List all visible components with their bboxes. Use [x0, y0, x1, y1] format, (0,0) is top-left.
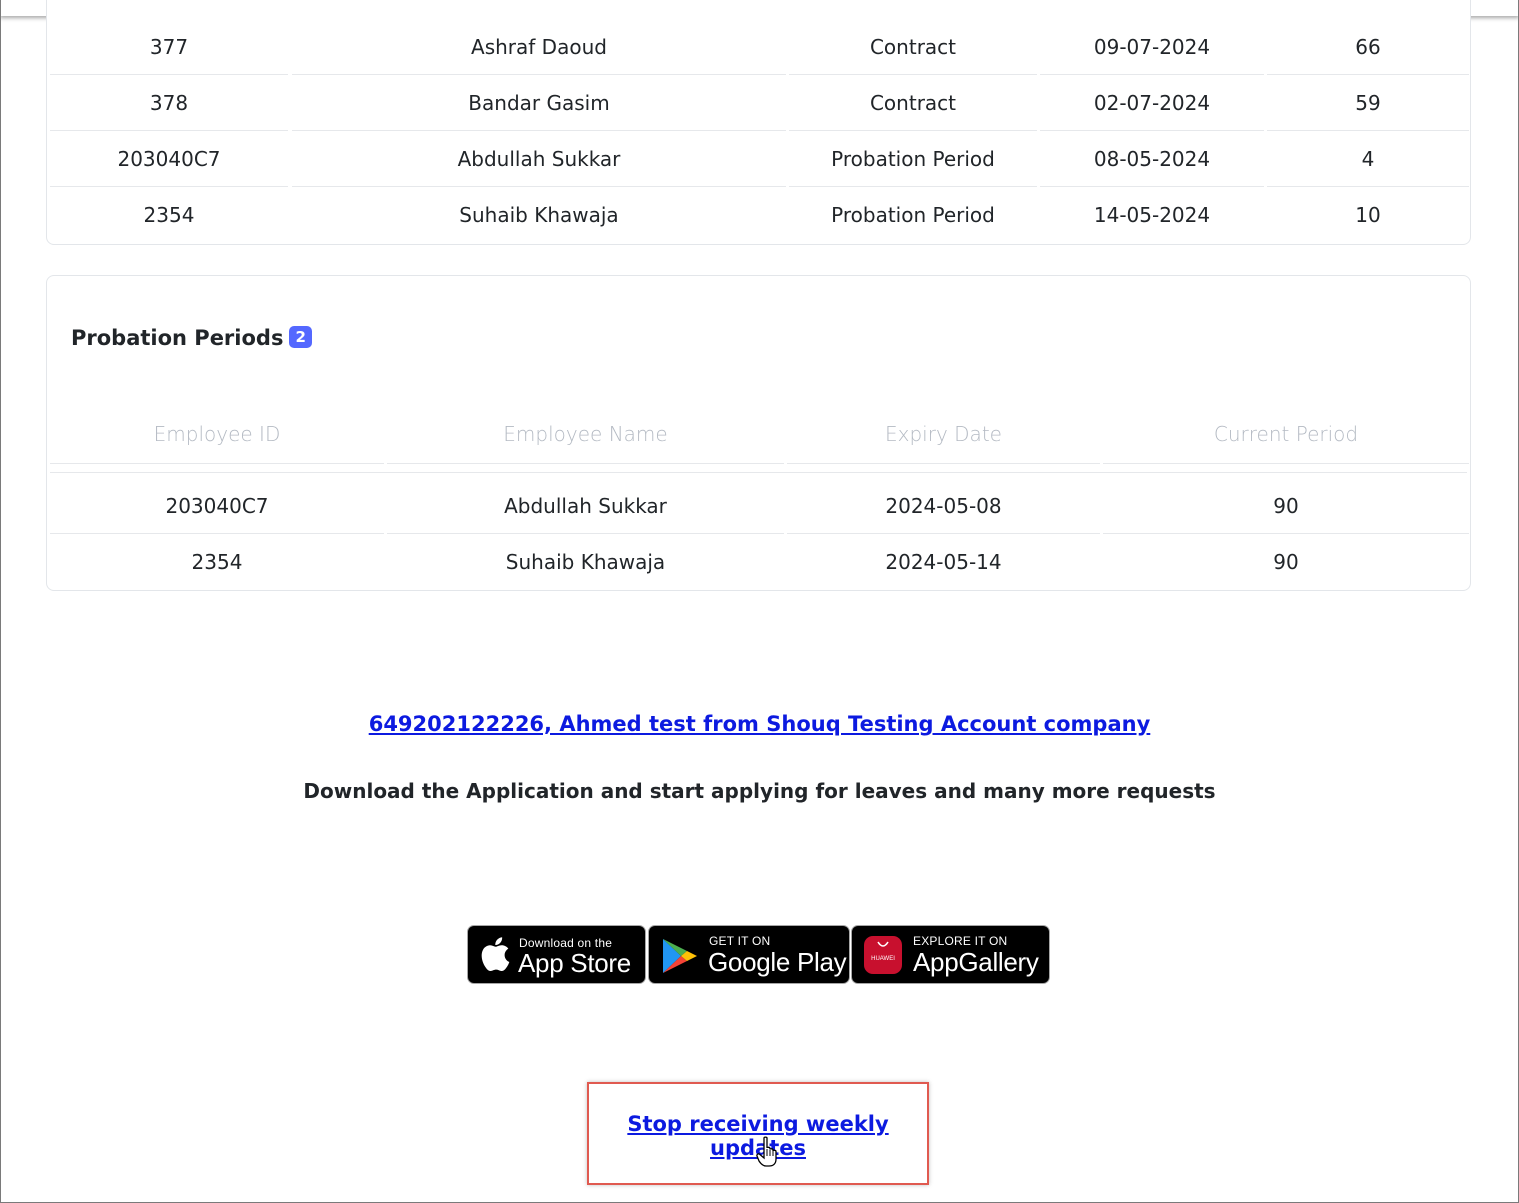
probation-periods-title: Probation Periods 2: [71, 326, 312, 350]
table-row: 377 Ashraf Daoud Contract 09-07-2024 66: [50, 20, 1469, 75]
unsubscribe-highlight: Stop receiving weekly updates: [587, 1082, 929, 1185]
google-play-big-text: Google Play: [708, 947, 847, 977]
cell-employee-name: Bandar Gasim: [292, 76, 786, 131]
cell-employee-name: Suhaib Khawaja: [505, 550, 666, 574]
company-link[interactable]: 649202122226, Ahmed test from Shouq Test…: [0, 712, 1519, 736]
header-employee-id: Employee ID: [50, 404, 384, 464]
header-divider: [50, 472, 1467, 473]
probation-title-text: Probation Periods: [71, 326, 284, 350]
cell-expiry-date: 2024-05-08: [787, 479, 1100, 534]
cell-employee-name: Abdullah Sukkar: [387, 479, 784, 534]
app-store-big-text: App Store: [518, 948, 631, 978]
huawei-app-gallery-icon: HUAWEI: [864, 936, 902, 974]
cell-date: 14-05-2024: [1093, 203, 1211, 227]
cell-type: Contract: [789, 20, 1037, 75]
header-expiry-date: Expiry Date: [787, 404, 1100, 464]
count-badge: 2: [289, 326, 312, 348]
cell-type: Contract: [789, 76, 1037, 131]
cell-days: 66: [1267, 20, 1469, 75]
cell-employee-id: 203040C7: [50, 132, 288, 187]
google-play-small-text: GET IT ON: [709, 934, 771, 948]
cell-employee-id: 203040C7: [50, 479, 384, 534]
table-row: 203040C7 Abdullah Sukkar Probation Perio…: [50, 132, 1469, 187]
table-header-row: Employee ID Employee Name Expiry Date Cu…: [50, 404, 1469, 464]
app-gallery-big-text: AppGallery: [913, 947, 1039, 977]
cell-date: 02-07-2024: [1040, 76, 1264, 131]
cell-employee-name: Ashraf Daoud: [292, 20, 786, 75]
cell-employee-name: Suhaib Khawaja: [459, 203, 619, 227]
cell-days: 10: [1355, 203, 1381, 227]
download-app-text: Download the Application and start apply…: [303, 779, 1216, 803]
header-employee-name: Employee Name: [387, 404, 784, 464]
cell-type: Probation Period: [789, 132, 1037, 187]
contracts-table-card: 377 Ashraf Daoud Contract 09-07-2024 66 …: [46, 0, 1471, 245]
app-gallery-badge[interactable]: HUAWEI EXPLORE IT ON AppGallery: [851, 925, 1050, 984]
cell-date: 08-05-2024: [1040, 132, 1264, 187]
cell-employee-name: Abdullah Sukkar: [292, 132, 786, 187]
app-store-badge[interactable]: Download on the App Store: [467, 925, 646, 984]
header-current-period: Current Period: [1103, 404, 1469, 464]
cell-days: 59: [1267, 76, 1469, 131]
table-row: 2354 Suhaib Khawaja Probation Period 14-…: [50, 188, 1467, 243]
apple-icon: [480, 937, 510, 975]
cell-date: 09-07-2024: [1040, 20, 1264, 75]
cell-current-period: 90: [1273, 550, 1299, 574]
app-gallery-small-text: EXPLORE IT ON: [913, 934, 1008, 948]
cell-expiry-date: 2024-05-14: [885, 550, 1002, 574]
cell-employee-id: 2354: [191, 550, 243, 574]
cell-days: 4: [1267, 132, 1469, 187]
cell-employee-id: 2354: [143, 203, 195, 227]
google-play-icon: [661, 938, 699, 978]
huawei-logo-text: HUAWEI: [871, 956, 895, 962]
table-row: 2354 Suhaib Khawaja 2024-05-14 90: [50, 535, 1467, 590]
hand-cursor-icon: [756, 1136, 782, 1172]
google-play-badge[interactable]: GET IT ON Google Play: [648, 925, 850, 984]
probation-periods-card: Probation Periods 2 Employee ID Employee …: [46, 275, 1471, 591]
cell-employee-id: 378: [50, 76, 288, 131]
cell-employee-id: 377: [50, 20, 288, 75]
table-row: 203040C7 Abdullah Sukkar 2024-05-08 90: [50, 479, 1469, 534]
cell-current-period: 90: [1103, 479, 1469, 534]
table-row: 378 Bandar Gasim Contract 02-07-2024 59: [50, 76, 1469, 131]
cell-type: Probation Period: [831, 203, 995, 227]
